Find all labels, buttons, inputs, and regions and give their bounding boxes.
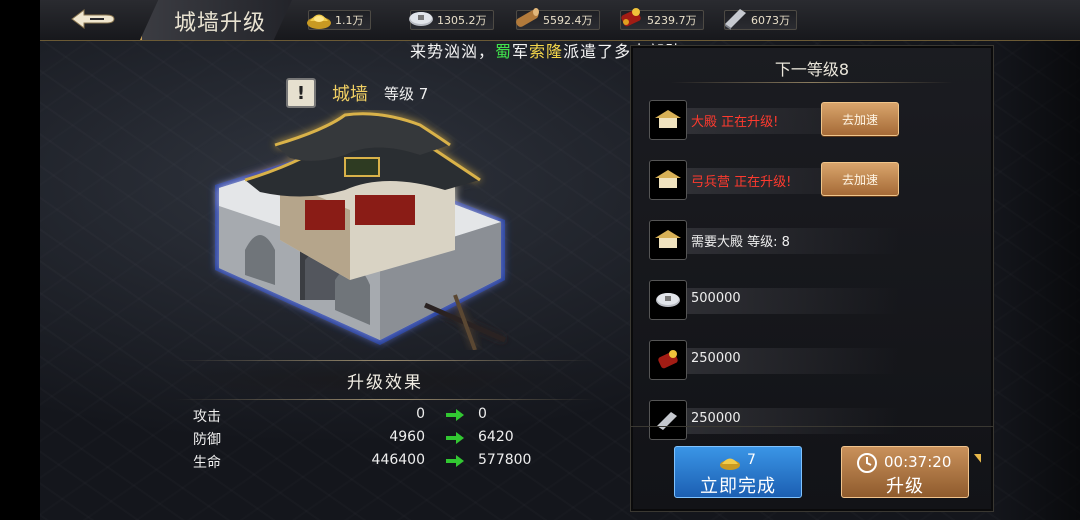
stat-next: 0 [478, 406, 487, 422]
pavilion-icon [655, 230, 681, 248]
iron-icon [657, 412, 677, 430]
stat-next: 6420 [478, 429, 514, 445]
stat-row-defense: 防御 4960 6420 [193, 427, 553, 450]
city-wall-illustration [215, 112, 507, 350]
requirements-panel: 下一等级8 大殿 正在升级! 去加速 弓兵营 正在升级! 去加速 需要大殿 等级… [630, 45, 994, 512]
stat-current: 4960 [389, 429, 425, 445]
stat-next: 577800 [478, 452, 532, 468]
scroll-down-icon[interactable] [973, 453, 981, 463]
page-title: 城墙升级 [174, 11, 267, 36]
effect-header-bottom-line [175, 399, 595, 400]
resource-food: 5239.7万 [620, 8, 704, 30]
clock-icon [857, 453, 877, 473]
banner-text-2: 军 [512, 42, 530, 61]
upgrade-label: 升级 [886, 476, 924, 497]
right-shade [990, 0, 1080, 520]
upgrade-effect-title: 升级效果 [347, 372, 423, 393]
upgrade-timer: 00:37:20 [884, 453, 952, 471]
pavilion-icon [655, 170, 681, 188]
silver-coin-icon [409, 12, 433, 26]
panel-title-divider [671, 82, 953, 83]
resource-silver: 1305.2万 [409, 10, 494, 30]
banner-general: 索隆 [529, 42, 564, 61]
upgrade-button[interactable]: 00:37:20 升级 [841, 446, 969, 498]
food-badge [649, 340, 687, 380]
effect-header-top-line [175, 360, 595, 361]
building-name: 城墙 [332, 84, 368, 105]
silver-coin-badge [649, 280, 687, 320]
requirement-item: 500000 [645, 278, 981, 322]
stats-table: 攻击 0 0 防御 4960 6420 生命 446400 577800 [193, 404, 553, 473]
stat-label: 攻击 [193, 409, 221, 425]
requirement-text: 大殿 正在升级! [691, 115, 779, 130]
requirement-text: 250000 [691, 351, 741, 366]
speed-up-button[interactable]: 去加速 [821, 162, 899, 196]
instant-complete-button[interactable]: 7 立即完成 [674, 446, 802, 498]
stat-label: 生命 [193, 455, 221, 471]
requirement-item: 需要大殿 等级: 8 [645, 218, 981, 262]
building-icon [649, 220, 687, 260]
requirement-item: 250000 [645, 338, 981, 382]
gold-ingot-icon [720, 458, 740, 470]
back-arrow-icon [71, 9, 115, 29]
requirement-text: 需要大殿 等级: 8 [691, 235, 790, 250]
requirement-text: 250000 [691, 411, 741, 426]
speed-up-button[interactable]: 去加速 [821, 102, 899, 136]
next-level-title: 下一等级8 [774, 60, 850, 79]
iron-badge [649, 400, 687, 440]
panel-divider [631, 426, 993, 427]
pavilion-icon [655, 110, 681, 128]
requirement-text: 500000 [691, 291, 741, 306]
instant-complete-label: 立即完成 [700, 476, 776, 497]
food-icon [658, 350, 678, 369]
requirements-list[interactable]: 大殿 正在升级! 去加速 弓兵营 正在升级! 去加速 需要大殿 等级: 8 50… [645, 98, 981, 463]
silver-coin-icon [656, 293, 680, 307]
building-icon [649, 160, 687, 200]
green-arrow-icon [446, 409, 464, 421]
upgrade-effect-header: 升级效果 [175, 360, 595, 400]
left-border [0, 0, 40, 520]
banner-text-1: 来势汹汹， [410, 42, 496, 61]
stat-row-health: 生命 446400 577800 [193, 450, 553, 473]
instant-complete-cost: 7 [747, 452, 756, 468]
green-arrow-icon [446, 455, 464, 467]
resource-iron: 6073万 [724, 9, 797, 30]
green-arrow-icon [446, 432, 464, 444]
back-button[interactable] [66, 4, 122, 34]
stat-row-attack: 攻击 0 0 [193, 404, 553, 427]
wood-log-icon [516, 8, 539, 27]
building-title: ! 城墙 等级 7 [286, 78, 428, 108]
requirement-item: 弓兵营 正在升级! 去加速 [645, 158, 981, 202]
stat-current: 0 [416, 406, 425, 422]
requirement-text: 弓兵营 正在升级! [691, 175, 792, 190]
requirement-item: 250000 [645, 398, 981, 442]
info-exclamation-icon[interactable]: ! [286, 78, 316, 108]
banner-faction: 蜀 [495, 42, 513, 61]
food-icon [621, 8, 641, 27]
stat-label: 防御 [193, 432, 221, 448]
stat-current: 446400 [371, 452, 425, 468]
building-icon [649, 100, 687, 140]
building-level: 等级 7 [384, 84, 429, 103]
gold-ingot-icon [307, 14, 331, 29]
requirement-item: 大殿 正在升级! 去加速 [645, 98, 981, 142]
iron-icon [725, 9, 746, 30]
resource-gold: 1.1万 [307, 10, 371, 30]
resource-wood: 5592.4万 [516, 8, 600, 30]
